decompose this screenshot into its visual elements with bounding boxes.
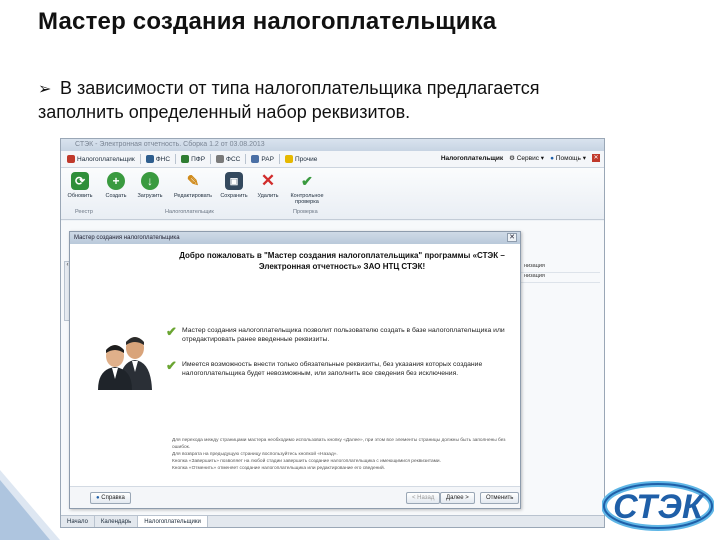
bullet-line-1: В зависимости от типа налогоплательщика … <box>60 78 540 98</box>
help-button[interactable]: ● Справка <box>90 492 131 504</box>
delete-x-icon: ✕ <box>260 171 276 190</box>
bullet-line-2: заполнить определенный набор реквизитов. <box>38 102 411 122</box>
slide-title: Мастер создания налогоплательщика <box>38 8 497 35</box>
rar-icon <box>251 155 260 163</box>
feature-item: ✔ Имеется возможность внести только обяз… <box>166 358 483 377</box>
close-app-icon[interactable]: ✕ <box>592 154 600 162</box>
download-icon: ↓ <box>141 172 159 190</box>
check-button[interactable]: ✔ Контрольное проверка <box>287 172 327 206</box>
menu-service[interactable]: ⚙ Сервис ▾ <box>509 154 544 162</box>
svg-text:СТЭК: СТЭК <box>613 488 705 526</box>
plus-icon: + <box>107 172 125 190</box>
menu-help[interactable]: ● Помощь ▾ <box>550 154 586 162</box>
folder-icon <box>284 155 293 163</box>
group-taxpayer: Налогоплательщик <box>165 209 214 215</box>
delete-button[interactable]: ✕ Удалить <box>251 171 285 199</box>
nav-item-fss[interactable]: ФСС <box>214 155 242 163</box>
top-nav: Налогоплательщик ФНС ПФР ФСС РАР Прочие … <box>61 151 604 168</box>
help-icon: ● <box>96 495 100 501</box>
menu-taxpayer[interactable]: Налогоплательщик <box>441 155 503 162</box>
users-icon <box>98 337 152 390</box>
check-icon: ✔ <box>166 358 177 373</box>
bullet-text: ➢ В зависимости от типа налогоплательщика… <box>38 76 688 102</box>
table-row[interactable]: низация <box>520 273 600 283</box>
background-table: низация низация <box>520 263 600 283</box>
edit-button[interactable]: ✎ Редактировать <box>171 172 215 199</box>
load-button[interactable]: ↓ Загрузить <box>133 172 167 199</box>
create-button[interactable]: + Создать <box>99 172 133 199</box>
group-check: Проверка <box>293 209 318 215</box>
nav-item-pfr[interactable]: ПФР <box>179 155 207 163</box>
feature-item: ✔ Мастер создания налогоплательщика позв… <box>166 324 505 343</box>
group-registry: Реестр <box>75 209 93 215</box>
decorative-corner <box>0 470 60 540</box>
window-titlebar: СТЭК - Электронная отчетность. Сборка 1.… <box>61 139 604 151</box>
stek-logo: СТЭК <box>602 481 714 531</box>
checklist-icon: ✔ <box>301 172 313 189</box>
cancel-button[interactable]: Отменить <box>480 492 520 504</box>
tab-start[interactable]: Начало <box>61 515 95 527</box>
floppy-icon: ▣ <box>225 172 243 190</box>
wizard-dialog: Мастер создания налогоплательщика ✕ Добр… <box>69 231 521 509</box>
nav-item-other[interactable]: Прочие <box>283 155 319 163</box>
ribbon-toolbar: ⟳ Обновить + Создать ↓ Загрузить ✎ Редактиро… <box>61 168 604 220</box>
refresh-icon: ⟳ <box>71 172 89 190</box>
help-hints: Для перехода между страницами мастера не… <box>172 438 506 471</box>
wizard-title: Мастер создания налогоплательщика ✕ <box>70 232 520 244</box>
nav-item-taxpayer[interactable]: Налогоплательщик <box>65 155 137 163</box>
fns-icon <box>145 155 154 163</box>
tab-calendar[interactable]: Календарь <box>95 515 139 527</box>
back-button[interactable]: < Назад <box>406 492 441 504</box>
help-icon: ● <box>550 155 554 162</box>
table-row[interactable]: низация <box>520 263 600 273</box>
refresh-button[interactable]: ⟳ Обновить <box>63 172 97 199</box>
nav-item-fns[interactable]: ФНС <box>144 155 172 163</box>
nav-right-menu: Налогоплательщик ⚙ Сервис ▾ ● Помощь ▾ ✕ <box>441 154 600 162</box>
pencil-icon: ✎ <box>186 173 200 190</box>
close-icon[interactable]: ✕ <box>507 233 517 242</box>
bottom-tabs: Начало Календарь Налогоплательщики <box>61 515 604 527</box>
arrow-bullet-icon: ➢ <box>38 81 52 98</box>
fss-icon <box>216 155 225 163</box>
save-button[interactable]: ▣ Сохранить <box>217 172 251 199</box>
user-icon <box>67 155 75 163</box>
pfr-icon <box>181 155 190 163</box>
nav-item-rar[interactable]: РАР <box>249 155 276 163</box>
gear-icon: ⚙ <box>509 155 515 162</box>
next-button[interactable]: Далее > <box>440 492 475 504</box>
wizard-button-bar: ● Справка < Назад Далее > Отменить <box>70 486 520 508</box>
check-icon: ✔ <box>166 324 177 339</box>
welcome-heading: Добро пожаловать в "Мастер создания нало… <box>179 251 505 271</box>
app-window: СТЭК - Электронная отчетность. Сборка 1.… <box>60 138 605 528</box>
tab-taxpayers[interactable]: Налогоплательщики <box>138 515 208 527</box>
